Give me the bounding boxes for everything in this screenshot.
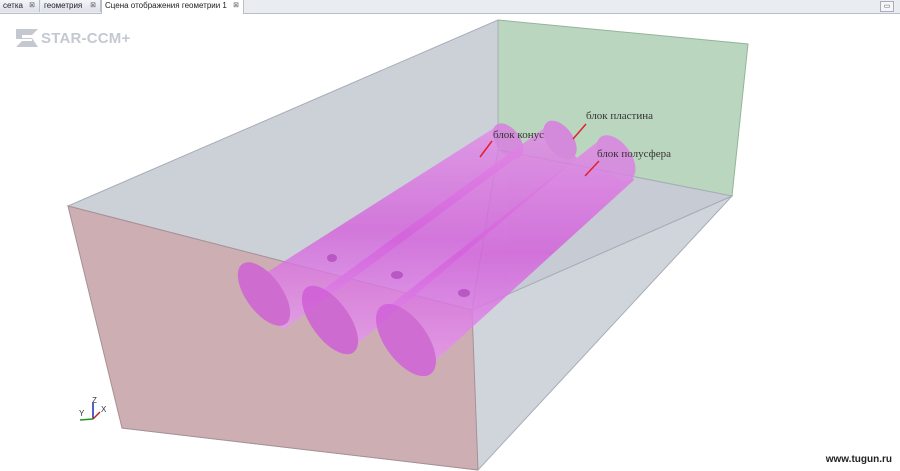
cone-body-marker	[327, 254, 337, 262]
restore-window-icon[interactable]: ▭	[880, 1, 894, 12]
tab-mesh-label: сетка	[3, 1, 23, 10]
axis-z-label: Z	[92, 396, 97, 405]
tab-geometry-scene-label: Сцена отображения геометрии 1	[105, 1, 227, 10]
tab-bar: сетка ⊠ геометрия ⊠ Сцена отображения ге…	[0, 0, 900, 14]
watermark: www.tugun.ru	[825, 454, 892, 465]
tab-geometry-scene-close-icon[interactable]: ⊠	[233, 0, 239, 12]
plate-block-label: блок пластина	[586, 110, 654, 122]
plate-body-marker	[391, 271, 403, 279]
geometry-scene-viewport[interactable]	[0, 14, 900, 471]
tab-mesh-close-icon[interactable]: ⊠	[29, 0, 35, 12]
tab-mesh[interactable]: сетка ⊠	[0, 0, 40, 12]
tab-geometry-scene[interactable]: Сцена отображения геометрии 1 ⊠	[101, 0, 244, 14]
tab-geometry[interactable]: геометрия ⊠	[41, 0, 101, 12]
axis-x-label: X	[101, 405, 107, 414]
tab-geometry-label: геометрия	[44, 1, 83, 10]
tab-geometry-close-icon[interactable]: ⊠	[90, 0, 96, 12]
hemisphere-body-marker	[458, 289, 470, 297]
hemisphere-block-label: блок полусфера	[597, 148, 672, 160]
axis-y-label: Y	[79, 409, 85, 418]
cone-block-label: блок конус	[493, 129, 544, 141]
